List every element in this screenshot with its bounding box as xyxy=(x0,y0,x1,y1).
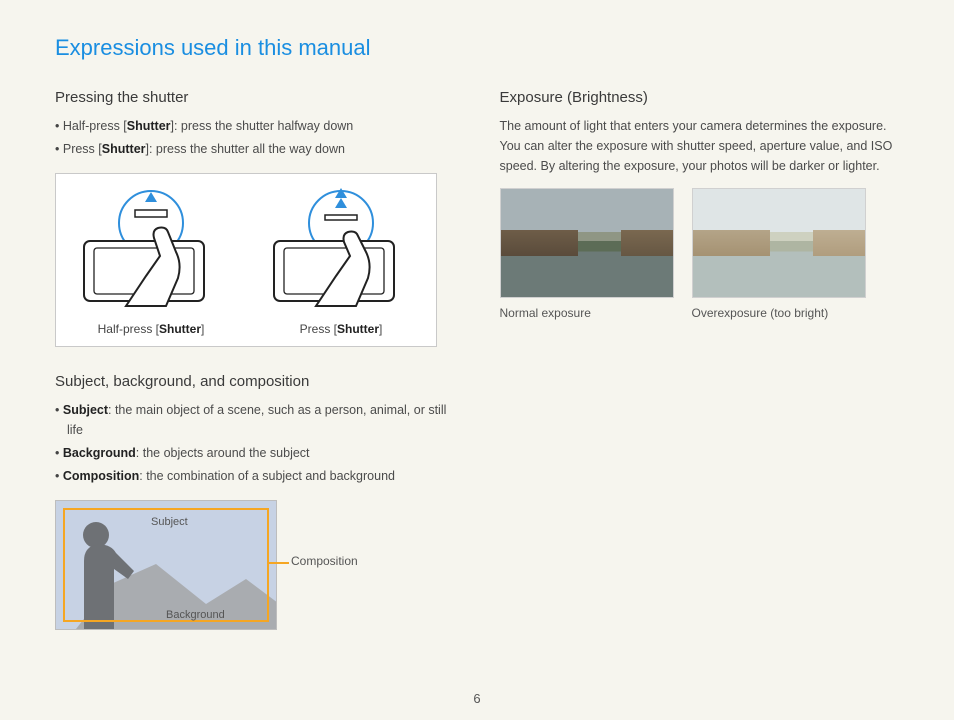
exposure-heading: Exposure (Brightness) xyxy=(500,89,900,106)
sec2-heading: Subject, background, and composition xyxy=(55,373,455,390)
shutter-halfpress-icon xyxy=(66,186,236,316)
exposure-example: Overexposure (too bright) xyxy=(692,188,866,320)
composition-figure: Subject Background Composition xyxy=(55,500,395,630)
exposure-normal-image xyxy=(500,188,674,298)
shutter-press-caption: Press [Shutter] xyxy=(300,322,383,336)
shutter-halfpress-caption: Half-press [Shutter] xyxy=(98,322,205,336)
exposure-over-caption: Overexposure (too bright) xyxy=(692,306,866,320)
list-item: Press [Shutter]: press the shutter all t… xyxy=(55,139,455,159)
page-title: Expressions used in this manual xyxy=(55,35,899,61)
shutter-halfpress-fig: Half-press [Shutter] xyxy=(66,186,236,336)
left-column: Pressing the shutter Half-press [Shutter… xyxy=(55,89,455,650)
list-item: Subject: the main object of a scene, suc… xyxy=(55,400,455,440)
list-item: Background: the objects around the subje… xyxy=(55,443,455,463)
shutter-press-icon xyxy=(256,186,426,316)
sec1-heading: Pressing the shutter xyxy=(55,89,455,106)
composition-subject-label: Subject xyxy=(151,516,188,528)
exposure-over-image xyxy=(692,188,866,298)
exposure-example: Normal exposure xyxy=(500,188,674,320)
composition-callout-line xyxy=(269,562,289,564)
shutter-press-fig: Press [Shutter] xyxy=(256,186,426,336)
composition-background-label: Background xyxy=(166,609,225,621)
sec2-list: Subject: the main object of a scene, suc… xyxy=(55,400,455,486)
sec1-list: Half-press [Shutter]: press the shutter … xyxy=(55,116,455,159)
exposure-paragraph: The amount of light that enters your cam… xyxy=(500,116,900,176)
composition-frame: Subject Background xyxy=(55,500,277,630)
composition-label: Composition xyxy=(291,554,358,568)
exposure-examples: Normal exposure Overexposure (too bright… xyxy=(500,188,900,320)
page-number: 6 xyxy=(0,691,954,706)
shutter-figure: Half-press [Shutter] xyxy=(55,173,437,347)
right-column: Exposure (Brightness) The amount of ligh… xyxy=(500,89,900,650)
list-item: Half-press [Shutter]: press the shutter … xyxy=(55,116,455,136)
exposure-normal-caption: Normal exposure xyxy=(500,306,674,320)
list-item: Composition: the combination of a subjec… xyxy=(55,466,455,486)
